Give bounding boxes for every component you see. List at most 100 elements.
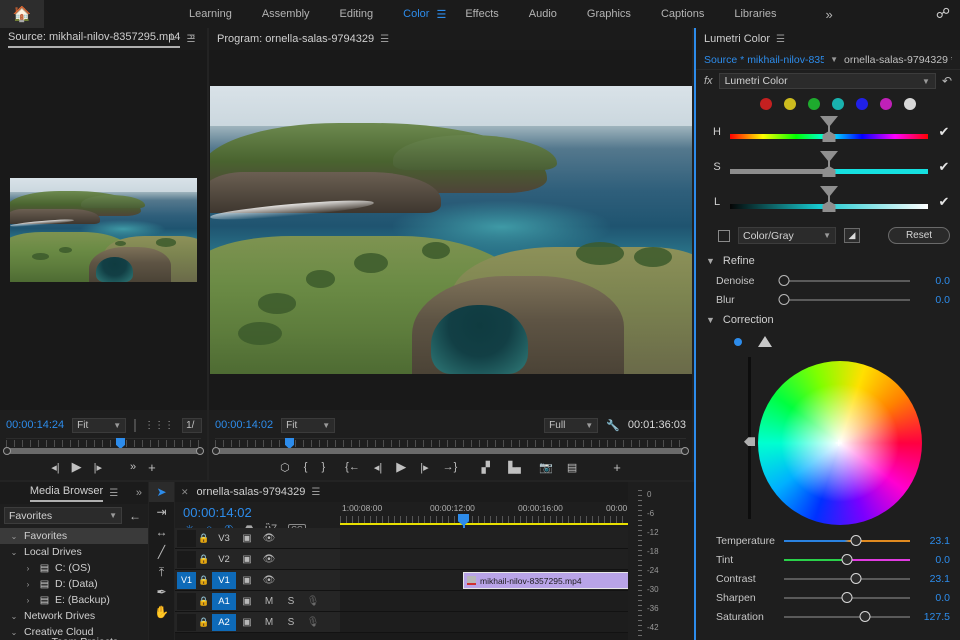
hsl-lower-handle[interactable] xyxy=(823,201,836,212)
hsl-enable-checkbox-l[interactable]: ✔ xyxy=(936,194,952,210)
program-zoom-left-handle[interactable] xyxy=(212,447,220,455)
track-sync-lock-icon[interactable]: ▣ xyxy=(236,617,258,628)
track-sync-lock-icon[interactable]: ▣ xyxy=(236,554,258,565)
slider-value[interactable]: 0.0 xyxy=(916,275,950,287)
color-dot-tab[interactable] xyxy=(734,338,742,346)
slider-value[interactable]: 0.0 xyxy=(916,592,950,604)
slider-value[interactable]: 23.1 xyxy=(916,573,950,585)
program-monitor-view[interactable] xyxy=(209,50,692,410)
tree-item-network-drives[interactable]: ⌄Network Drives xyxy=(0,608,148,624)
track-sync-lock-icon[interactable]: ▣ xyxy=(236,596,258,607)
slider-track[interactable] xyxy=(784,607,910,626)
tree-item-favorites[interactable]: ⌄Favorites xyxy=(0,528,148,544)
step-forward-button[interactable]: |▸ xyxy=(94,461,102,474)
track-target-toggle[interactable] xyxy=(177,614,196,631)
export-frame-button[interactable]: 📷 xyxy=(539,461,553,474)
program-timecode[interactable]: 00:00:14:02 xyxy=(215,419,273,431)
slider-value[interactable]: 0.0 xyxy=(916,554,950,566)
track-mute-button[interactable]: M xyxy=(258,596,280,607)
timeline-tab-title[interactable]: ornella-salas-9794329 xyxy=(197,486,306,498)
three-way-tab[interactable] xyxy=(758,336,772,347)
step-back-button[interactable]: ◂| xyxy=(374,461,382,474)
source-scale-icon[interactable]: ⋮⋮⋮ xyxy=(144,420,174,431)
slider-knob[interactable] xyxy=(779,275,790,286)
hsl-swatch-green[interactable] xyxy=(808,98,820,110)
track-select-tool[interactable]: ⇥ xyxy=(149,502,174,522)
refine-section-header[interactable]: ▼ Refine xyxy=(696,250,960,271)
track-lock-icon[interactable]: 🔒 xyxy=(196,596,212,607)
mark-in-button[interactable]: { xyxy=(304,461,308,473)
slider-track[interactable] xyxy=(784,588,910,607)
home-button[interactable]: 🏠 xyxy=(0,0,44,28)
workspace-more-button[interactable]: » xyxy=(816,7,843,22)
workspace-tab-editing[interactable]: Editing xyxy=(325,0,389,28)
slider-track[interactable] xyxy=(784,271,910,290)
slider-track[interactable] xyxy=(784,569,910,588)
track-name-label[interactable]: V1 xyxy=(212,572,236,589)
slider-knob[interactable] xyxy=(850,535,861,546)
slider-value[interactable]: 127.5 xyxy=(916,611,950,623)
lumetri-sequence-clip[interactable]: ornella-salas-9794329 * m... xyxy=(844,54,952,66)
hsl-swatch-red[interactable] xyxy=(760,98,772,110)
track-target-toggle[interactable] xyxy=(177,551,196,568)
track-name-label[interactable]: V2 xyxy=(212,554,236,565)
luma-slider-knob[interactable] xyxy=(744,437,755,446)
source-timecode[interactable]: 00:00:14:24 xyxy=(6,419,64,431)
workspace-tab-effects[interactable]: Effects xyxy=(450,0,513,28)
chevron-down-icon[interactable]: ▼ xyxy=(830,55,838,64)
razor-tool[interactable]: ╱ xyxy=(149,542,174,562)
track-eye-toggle-icon[interactable]: 👁 xyxy=(258,533,280,544)
media-browser-title[interactable]: Media Browser xyxy=(30,485,103,502)
more-chevron-icon[interactable]: » xyxy=(136,487,142,499)
track-voiceover-icon[interactable]: 🎙 xyxy=(302,617,324,628)
source-button-editor[interactable]: + xyxy=(148,460,156,475)
go-to-in-button[interactable]: {← xyxy=(345,461,360,473)
disclosure-chevron-icon[interactable]: › xyxy=(22,580,34,589)
workspace-tab-assembly[interactable]: Assembly xyxy=(247,0,325,28)
track-eye-toggle-icon[interactable]: 👁 xyxy=(258,554,280,565)
track-target-toggle[interactable] xyxy=(177,530,196,547)
track-lock-icon[interactable]: 🔒 xyxy=(196,533,212,544)
program-fit-dropdown[interactable]: Fit ▼ xyxy=(281,418,335,433)
slider-knob[interactable] xyxy=(779,294,790,305)
hsl-reset-button[interactable]: Reset xyxy=(888,227,950,244)
hsl-track-l[interactable] xyxy=(730,184,928,219)
step-back-button[interactable]: ◂| xyxy=(51,461,59,474)
workspace-tab-audio[interactable]: Audio xyxy=(514,0,572,28)
play-button[interactable]: ▶ xyxy=(72,459,82,475)
track-lock-icon[interactable]: 🔒 xyxy=(196,575,212,586)
track-target-toggle[interactable]: V1 xyxy=(177,572,196,589)
track-voiceover-icon[interactable]: 🎙 xyxy=(302,596,324,607)
color-gray-dropdown[interactable]: Color/Gray ▼ xyxy=(738,227,836,244)
source-settings-button[interactable] xyxy=(134,419,136,432)
workspace-tab-libraries[interactable]: Libraries xyxy=(719,0,791,28)
play-button[interactable]: ▶ xyxy=(396,459,406,475)
hsl-swatch-yellow[interactable] xyxy=(784,98,796,110)
mark-out-button[interactable]: } xyxy=(321,461,325,473)
track-solo-button[interactable]: S xyxy=(280,596,302,607)
disclosure-chevron-icon[interactable]: ⌄ xyxy=(8,532,20,541)
slider-value[interactable]: 0.0 xyxy=(916,294,950,306)
source-zoom-right-handle[interactable] xyxy=(196,447,204,455)
settings-wrench-icon[interactable]: 🔧 xyxy=(606,419,620,432)
back-arrow-icon[interactable]: ← xyxy=(126,509,144,523)
pen-tool[interactable]: ✒ xyxy=(149,582,174,602)
hsl-lower-handle[interactable] xyxy=(823,166,836,177)
source-zoom-bar[interactable] xyxy=(6,448,201,454)
tree-item-local-drives[interactable]: ⌄Local Drives xyxy=(0,544,148,560)
ripple-edit-tool[interactable]: ↔ xyxy=(149,522,174,542)
disclosure-chevron-icon[interactable]: ⌄ xyxy=(8,548,20,557)
color-gray-checkbox[interactable] xyxy=(718,230,730,242)
hsl-lower-handle[interactable] xyxy=(823,131,836,142)
slider-knob[interactable] xyxy=(842,592,853,603)
source-resolution-dropdown[interactable]: 1/ xyxy=(182,418,202,433)
disclosure-chevron-icon[interactable]: › xyxy=(22,596,34,605)
lift-button[interactable]: ▗▘ xyxy=(477,461,494,474)
track-name-label[interactable]: A2 xyxy=(212,614,236,631)
source-tabs-more-icon[interactable]: » xyxy=(189,31,195,43)
lumetri-source-clip[interactable]: Source * mikhail-nilov-8357... xyxy=(704,54,824,66)
slider-knob[interactable] xyxy=(842,554,853,565)
program-monitor-title[interactable]: Program: ornella-salas-9794329 xyxy=(217,33,374,45)
panel-menu-icon[interactable]: ☰ xyxy=(776,34,785,45)
workspace-tab-graphics[interactable]: Graphics xyxy=(572,0,646,28)
